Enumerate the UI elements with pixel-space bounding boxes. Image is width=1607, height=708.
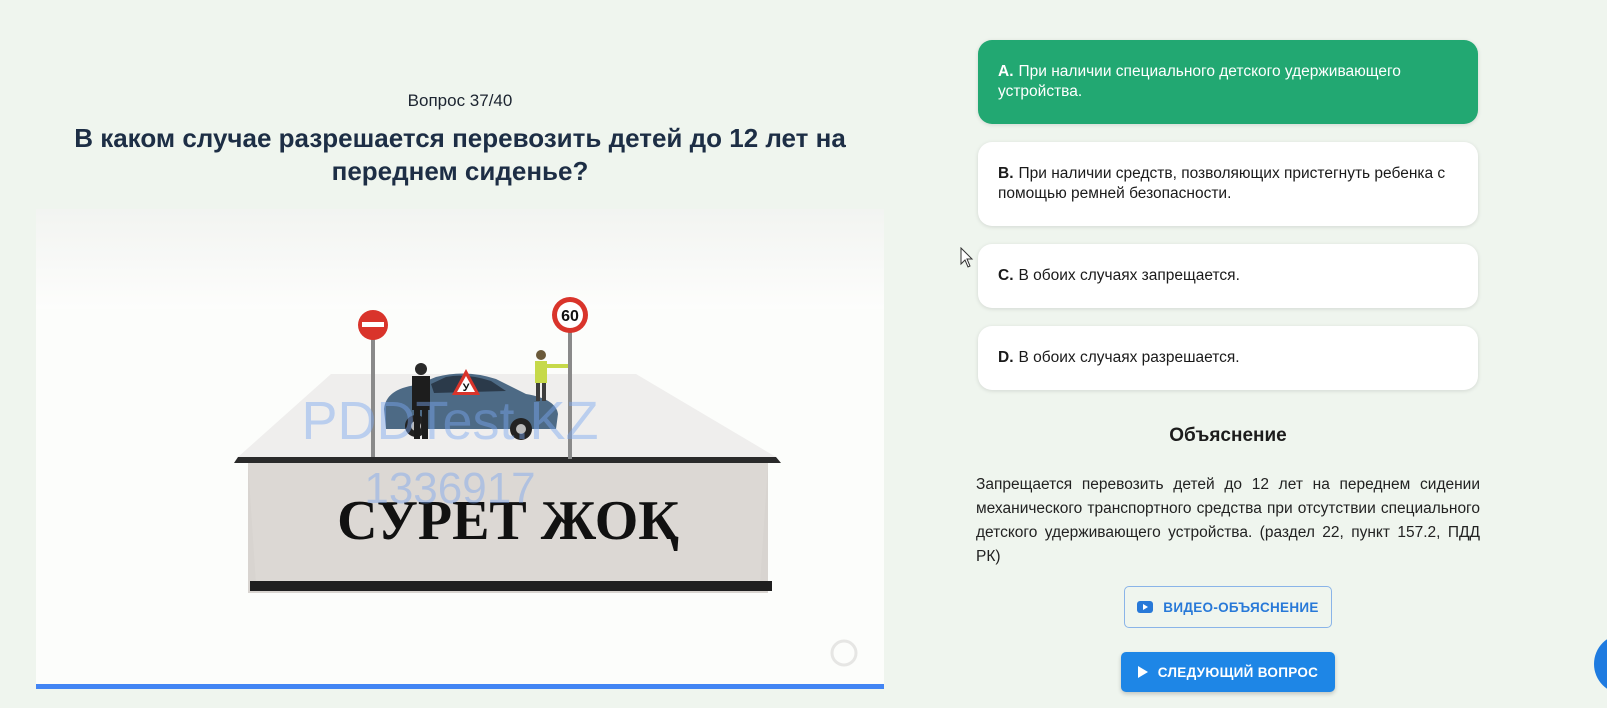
answer-letter: D. <box>998 349 1014 366</box>
answer-option-b[interactable]: B. При наличии средств, позволяющих прист… <box>978 142 1478 226</box>
question-title: В каком случае разрешается перевозить де… <box>74 123 846 186</box>
answer-text: При наличии средств, позволяющих пристег… <box>998 165 1446 202</box>
question-counter: Вопрос 37/40 <box>407 91 513 110</box>
svg-text:1336917: 1336917 <box>364 464 535 513</box>
explanation-text: Запрещается перевозить детей до 12 лет н… <box>976 476 1480 565</box>
youtube-icon <box>1137 601 1154 613</box>
answer-letter: A. <box>998 63 1014 80</box>
next-question-button[interactable]: СЛЕДУЮЩИЙ ВОПРОС <box>1121 652 1335 692</box>
explanation-title: Объяснение <box>1169 425 1287 446</box>
video-button-label: ВИДЕО-ОБЪЯСНЕНИЕ <box>1163 599 1319 615</box>
video-explanation-button[interactable]: ВИДЕО-ОБЪЯСНЕНИЕ <box>1124 586 1332 628</box>
question-panel: Вопрос 37/40 В каком случае разрешается … <box>0 0 920 708</box>
svg-text:PDDTest.KZ: PDDTest.KZ <box>301 391 598 451</box>
question-image: СУРЕТ ЖОҚ 60 У PDDTest.KZ 1336917 <box>36 209 884 685</box>
play-icon <box>1137 666 1148 678</box>
svg-text:60: 60 <box>561 308 579 325</box>
replay-icon <box>830 639 858 667</box>
answer-text: В обоих случаях разрешается. <box>1018 349 1240 366</box>
image-progress-bar <box>36 684 884 689</box>
next-button-label: СЛЕДУЮЩИЙ ВОПРОС <box>1157 664 1319 680</box>
no-image-illustration: СУРЕТ ЖОҚ 60 У PDDTest.KZ 1336917 <box>36 209 884 667</box>
answer-text: В обоих случаях запрещается. <box>1018 267 1240 284</box>
answer-option-a[interactable]: A. При наличии специального детского удер… <box>978 40 1478 124</box>
floating-action-button[interactable] <box>1594 634 1607 694</box>
answer-option-d[interactable]: D. В обоих случаях разрешается. <box>978 326 1478 390</box>
answer-option-c[interactable]: C. В обоих случаях запрещается. <box>978 244 1478 308</box>
mouse-cursor-icon <box>960 247 974 268</box>
answer-text: При наличии специального детского удержи… <box>998 63 1401 100</box>
answer-letter: C. <box>998 267 1014 284</box>
answer-letter: B. <box>998 165 1014 182</box>
